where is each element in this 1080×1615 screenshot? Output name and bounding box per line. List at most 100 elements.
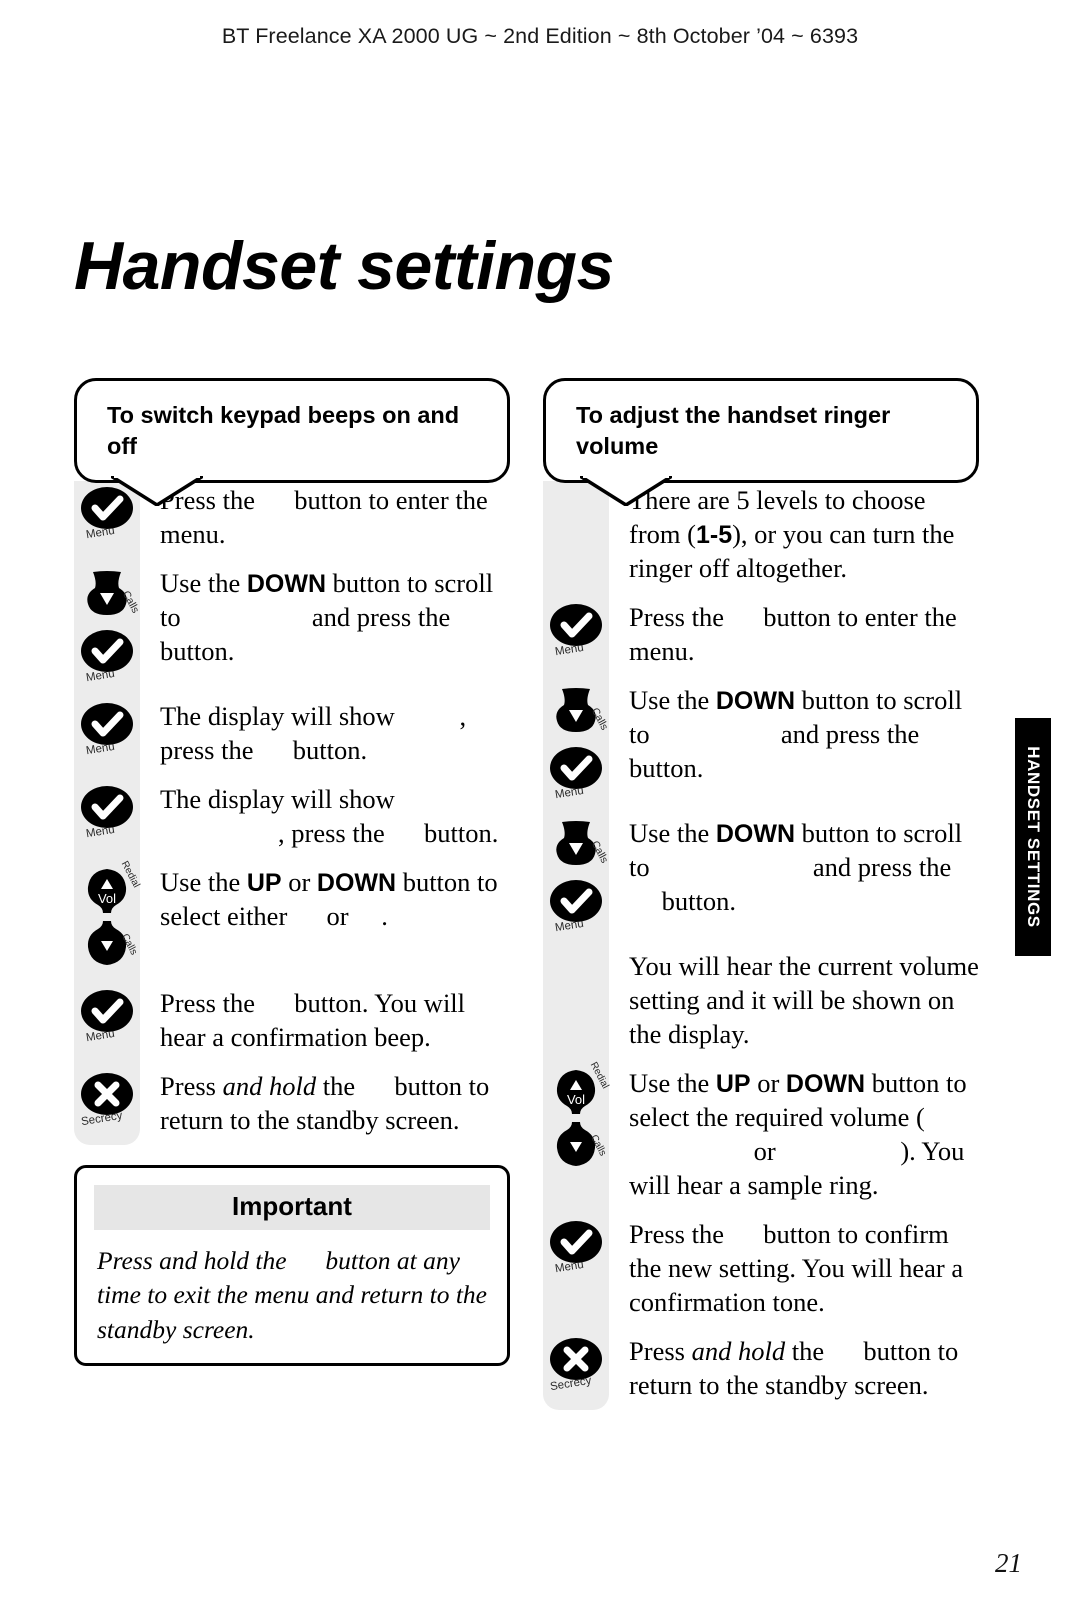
step-text-run: 1-5 bbox=[695, 520, 733, 549]
step-text-run: button. bbox=[629, 752, 704, 783]
important-heading: Important bbox=[94, 1184, 490, 1230]
step-icon-cell: Calls Menu bbox=[74, 564, 141, 684]
step-icon-cell bbox=[543, 947, 609, 951]
step-icon-cell: Menu bbox=[543, 1215, 609, 1275]
important-body: Press and hold the button at any time to… bbox=[77, 1230, 507, 1347]
secrecy-key-icon: Secrecy bbox=[548, 1336, 604, 1394]
step-text-run: the bbox=[785, 1336, 831, 1367]
step-icon-cell: Menu bbox=[74, 697, 140, 757]
page-title: Handset settings bbox=[74, 227, 614, 304]
step-text-run: Use the bbox=[160, 567, 247, 598]
step-text-run: or bbox=[281, 866, 317, 897]
step-text-run: Use the bbox=[160, 866, 247, 897]
step-text-run: DOWN bbox=[316, 868, 397, 897]
callout-right-title: To adjust the handset ringer volume bbox=[576, 402, 891, 460]
instruction-step: Secrecy Press and hold the button to retu… bbox=[74, 1067, 510, 1137]
step-text-run: Press and hold the bbox=[97, 1245, 293, 1275]
page-number: 21 bbox=[995, 1548, 1022, 1578]
menu-key-icon: Menu bbox=[79, 701, 135, 757]
step-text: Press the button to confirm the new sett… bbox=[609, 1215, 979, 1319]
step-text-run: button. bbox=[160, 635, 235, 666]
step-text-run: . bbox=[381, 900, 388, 931]
step-icon-cell: Secrecy bbox=[543, 1332, 609, 1394]
left-column: To switch keypad beeps on and off Menu Pr… bbox=[74, 378, 510, 1367]
instruction-step: Vol Redial Calls Use the UP or DOWN button … bbox=[74, 859, 510, 971]
callout-tail-icon bbox=[111, 475, 203, 506]
step-icon-cell: Menu bbox=[74, 984, 140, 1044]
step-text-run: UP bbox=[246, 868, 282, 897]
step-text-run: , press the bbox=[278, 817, 392, 848]
instruction-step: Secrecy Press and hold the button to retu… bbox=[543, 1332, 979, 1402]
menu-key-icon: Menu bbox=[548, 745, 604, 801]
menu-key-icon: Menu bbox=[548, 1219, 604, 1275]
step-text-run: and press the bbox=[774, 718, 926, 749]
step-text-run: Press the bbox=[629, 1219, 731, 1250]
step-text-run: or bbox=[319, 900, 356, 931]
callout-left-title: To switch keypad beeps on and off bbox=[107, 402, 460, 460]
step-text-run: Press the bbox=[160, 987, 262, 1018]
menu-key-icon: Menu bbox=[548, 878, 604, 934]
instruction-step: Menu Press the button to confirm the new … bbox=[543, 1215, 979, 1319]
step-icon-cell: Secrecy bbox=[74, 1067, 140, 1128]
step-text-run: or bbox=[750, 1067, 786, 1098]
step-text-run: or bbox=[747, 1136, 783, 1167]
menu-key-icon: Menu bbox=[79, 628, 135, 684]
svg-text:Vol: Vol bbox=[98, 891, 116, 906]
step-text-run: UP bbox=[715, 1069, 751, 1098]
volume-rocker-icon: Vol Redial Calls bbox=[78, 859, 142, 971]
step-text-run: DOWN bbox=[246, 569, 326, 598]
step-icon-cell: Vol Redial Calls bbox=[543, 1060, 611, 1172]
step-text-run: and press the bbox=[806, 851, 952, 882]
right-column: To adjust the handset ringer volume Ther… bbox=[543, 378, 979, 1415]
instruction-step: Calls Menu Use the DOWN button to scroll t… bbox=[543, 681, 979, 801]
step-text-run: and hold bbox=[222, 1070, 317, 1101]
step-text: Press the button. You will hear a confir… bbox=[140, 984, 510, 1054]
instruction-step: Calls Menu Use the DOWN button to scroll t… bbox=[74, 564, 510, 684]
down-key-icon: Calls bbox=[79, 568, 141, 624]
step-text-run: DOWN bbox=[715, 686, 795, 715]
step-text-run: the bbox=[316, 1070, 362, 1101]
instruction-step: Menu The display will show , press the bu… bbox=[74, 697, 510, 767]
step-text-run: button. bbox=[655, 885, 736, 916]
step-text-run: DOWN bbox=[785, 1069, 866, 1098]
step-text: Use the UP or DOWN button to select eith… bbox=[140, 863, 510, 933]
step-text: You will hear the current volume setting… bbox=[609, 947, 979, 1051]
instruction-step: Menu Press the button to enter the menu. bbox=[543, 598, 979, 668]
svg-text:Vol: Vol bbox=[567, 1092, 585, 1107]
step-icon-cell: Menu bbox=[543, 598, 609, 658]
manual-page: BT Freelance XA 2000 UG ~ 2nd Edition ~ … bbox=[0, 0, 1080, 1615]
step-text: Use the DOWN button to scroll to and pre… bbox=[609, 681, 979, 785]
step-text: Use the DOWN button to scroll to and pre… bbox=[609, 814, 979, 918]
step-icon-cell: Calls Menu bbox=[543, 681, 610, 801]
step-text-run: The display will show bbox=[160, 700, 402, 731]
volume-rocker-icon: Vol Redial Calls bbox=[547, 1060, 611, 1172]
step-text: The display will show , press the button… bbox=[140, 780, 510, 850]
step-icon-cell: Calls Menu bbox=[543, 814, 610, 934]
step-text-run: Press the bbox=[629, 601, 731, 632]
thumb-tab-label: HANDSET SETTINGS bbox=[1024, 746, 1043, 928]
left-steps: Menu Press the button to enter the menu. C… bbox=[74, 480, 510, 1145]
callout-right: To adjust the handset ringer volume bbox=[543, 378, 979, 506]
instruction-step: Menu Press the button. You will hear a co… bbox=[74, 984, 510, 1054]
step-text: Press and hold the button to return to t… bbox=[609, 1332, 979, 1402]
step-text: The display will show , press the button… bbox=[140, 697, 510, 767]
step-text-run: Use the bbox=[629, 684, 716, 715]
step-text-run: Press bbox=[160, 1070, 223, 1101]
step-text: Use the DOWN button to scroll to and pre… bbox=[140, 564, 510, 668]
step-icon-cell: Menu bbox=[74, 780, 140, 840]
step-text-run: The display will show bbox=[160, 783, 395, 814]
important-box: Important Press and hold the button at a… bbox=[74, 1164, 510, 1367]
instruction-step: You will hear the current volume setting… bbox=[543, 947, 979, 1051]
menu-key-icon: Menu bbox=[548, 602, 604, 658]
step-text: Use the UP or DOWN button to select the … bbox=[609, 1064, 979, 1202]
callout-left: To switch keypad beeps on and off bbox=[74, 378, 510, 506]
step-icon-cell: Vol Redial Calls bbox=[74, 859, 142, 971]
step-text-run: Press bbox=[629, 1336, 692, 1367]
step-text-run: Use the bbox=[629, 817, 716, 848]
menu-key-icon: Menu bbox=[79, 988, 135, 1044]
secrecy-key-icon: Secrecy bbox=[79, 1071, 135, 1128]
menu-key-icon: Menu bbox=[79, 784, 135, 840]
step-text: Press and hold the button to return to t… bbox=[140, 1067, 510, 1137]
step-text-run: ). You will hear a sample ring. bbox=[629, 1136, 965, 1201]
step-text-run: and press the bbox=[305, 601, 457, 632]
